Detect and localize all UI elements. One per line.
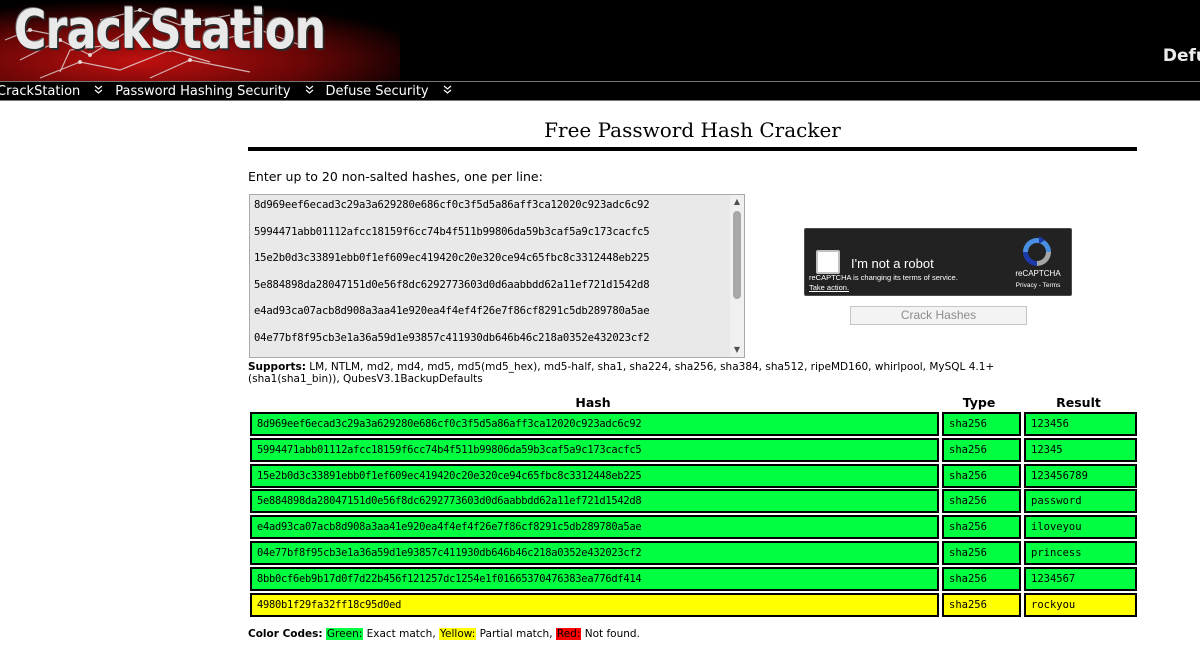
column-header-type: Type: [962, 395, 996, 410]
legend-green-swatch: Green:: [325, 628, 364, 640]
recaptcha-privacy-terms-links[interactable]: Privacy - Terms: [1005, 282, 1071, 289]
table-row: 15e2b0d3c33891ebb0f1ef609ec419420c20e320…: [248, 463, 1137, 490]
results-header-row: Hash Type Result: [248, 395, 1137, 412]
scrollbar-thumb[interactable]: [733, 211, 741, 299]
recaptcha-logo-icon: [1023, 236, 1051, 266]
legend-yellow-text: Partial match,: [479, 628, 553, 640]
color-codes-legend: Color Codes: Green: Exact match, Yellow:…: [248, 628, 640, 640]
result-cell: 12345: [1024, 437, 1137, 462]
supports-list: LM, NTLM, md2, md4, md5, md5(md5_hex), m…: [248, 361, 995, 385]
legend-yellow-swatch: Yellow:: [439, 628, 477, 640]
supports-label: Supports:: [248, 361, 306, 373]
result-cell: princess: [1024, 540, 1137, 565]
chevron-down-icon: [305, 85, 314, 97]
hash-input-line: 8d969eef6ecad3c29a3a629280e686cf0c3f5d5a…: [254, 199, 650, 211]
result-cell: rockyou: [1024, 592, 1137, 617]
hash-input-line: 5e884898da28047151d0e56f8dc6292773603d0d…: [254, 278, 650, 291]
hash-input-lines: 8d969eef6ecad3c29a3a629280e686cf0c3f5d5a…: [254, 199, 730, 357]
type-cell: sha256: [942, 463, 1021, 488]
nav-item-password-hashing-security[interactable]: Password Hashing Security: [115, 84, 325, 99]
recaptcha-checkbox[interactable]: [816, 250, 840, 274]
recaptcha-label: I'm not a robot: [851, 256, 934, 271]
nav-bar: CrackStation Password Hashing Security D…: [0, 81, 1200, 101]
crack-hashes-button[interactable]: Crack Hashes: [850, 306, 1027, 325]
legend-green-text: Exact match,: [366, 628, 436, 640]
legend-label: Color Codes:: [248, 628, 323, 640]
hash-cell: 15e2b0d3c33891ebb0f1ef609ec419420c20e320…: [250, 463, 939, 488]
supported-algorithms: Supports: LM, NTLM, md2, md4, md5, md5(m…: [248, 361, 1048, 385]
results-rows: 8d969eef6ecad3c29a3a629280e686cf0c3f5d5a…: [248, 412, 1137, 618]
legend-red-text: Not found.: [584, 628, 640, 640]
hash-input-line: e4ad93ca07acb8d908a3aa41e920ea4f4ef4f26e…: [254, 305, 650, 317]
page-title: Free Password Hash Cracker: [544, 118, 841, 142]
legend-red-swatch: Red:: [555, 628, 582, 640]
textarea-scrollbar[interactable]: ▲ ▼: [730, 195, 744, 357]
hash-cell: 04e77bf8f95cb3e1a36a59d1e93857c411930db6…: [250, 540, 939, 565]
table-row: 04e77bf8f95cb3e1a36a59d1e93857c411930db6…: [248, 540, 1137, 567]
hash-cell: e4ad93ca07acb8d908a3aa41e920ea4f4ef4f26e…: [250, 515, 939, 540]
column-header-hash: Hash: [575, 395, 611, 410]
type-cell: sha256: [942, 489, 1021, 514]
recaptcha-widget: I'm not a robot reCAPTCHA is changing it…: [804, 228, 1072, 296]
type-cell: sha256: [942, 540, 1021, 565]
nav-item-crackstation[interactable]: CrackStation: [0, 84, 115, 99]
result-cell: 123456789: [1024, 463, 1137, 488]
table-row: 8d969eef6ecad3c29a3a629280e686cf0c3f5d5a…: [248, 412, 1137, 438]
title-divider: [248, 147, 1137, 151]
nav-item-defuse-security[interactable]: Defuse Security: [326, 84, 464, 99]
type-cell: sha256: [942, 515, 1021, 540]
result-cell: 1234567: [1024, 566, 1137, 591]
chevron-down-icon: [443, 85, 452, 97]
result-cell: password: [1024, 489, 1137, 514]
chevron-down-icon: [94, 85, 103, 97]
nav-label: Password Hashing Security: [115, 83, 291, 99]
type-cell: sha256: [942, 592, 1021, 617]
site-header: CrackStation Defu: [0, 0, 1200, 81]
scroll-up-arrow-icon[interactable]: ▲: [730, 195, 744, 209]
hash-cell: 8bb0cf6eb9b17d0f7d22b456f121257dc1254e1f…: [250, 566, 939, 591]
hash-input-line: 5994471abb01112afcc18159f6cc74b4f511b998…: [254, 225, 650, 238]
hash-cell: 5994471abb01112afcc18159f6cc74b4f511b998…: [250, 437, 939, 462]
table-row: 5994471abb01112afcc18159f6cc74b4f511b998…: [248, 437, 1137, 464]
nav-label: Defuse Security: [325, 83, 429, 99]
recaptcha-notice-text: reCAPTCHA is changing its terms of servi…: [809, 273, 958, 282]
table-row: 4980b1f29fa32ff18c95d0ed sha256 rockyou: [248, 592, 1137, 619]
hash-input-line: 04e77bf8f95cb3e1a36a59d1e93857c411930db6…: [254, 331, 650, 344]
hash-cell: 5e884898da28047151d0e56f8dc6292773603d0d…: [250, 489, 939, 514]
column-header-result: Result: [1056, 395, 1101, 410]
results-table: Hash Type Result 8d969eef6ecad3c29a3a629…: [248, 395, 1137, 618]
header-right-text[interactable]: Defu: [1163, 46, 1200, 66]
hash-input-textarea[interactable]: 8d969eef6ecad3c29a3a629280e686cf0c3f5d5a…: [249, 194, 745, 358]
nav-label: CrackStation: [0, 83, 81, 99]
result-cell: iloveyou: [1024, 515, 1137, 540]
table-row: e4ad93ca07acb8d908a3aa41e920ea4f4ef4f26e…: [248, 515, 1137, 541]
type-cell: sha256: [942, 412, 1021, 436]
type-cell: sha256: [942, 566, 1021, 591]
main-content: Free Password Hash Cracker Enter up to 2…: [248, 101, 1137, 640]
site-logo[interactable]: CrackStation: [14, 1, 326, 59]
recaptcha-brand: reCAPTCHA: [1015, 269, 1061, 278]
result-cell: 123456: [1024, 412, 1137, 436]
scroll-down-arrow-icon[interactable]: ▼: [730, 343, 744, 357]
hash-cell: 4980b1f29fa32ff18c95d0ed: [250, 592, 939, 617]
type-cell: sha256: [942, 437, 1021, 462]
recaptcha-notice: reCAPTCHA is changing its terms of servi…: [809, 273, 958, 293]
instructions-text: Enter up to 20 non-salted hashes, one pe…: [248, 169, 543, 184]
table-row: 5e884898da28047151d0e56f8dc6292773603d0d…: [248, 489, 1137, 515]
recaptcha-take-action-link[interactable]: Take action.: [809, 283, 849, 292]
hash-input-line: 15e2b0d3c33891ebb0f1ef609ec419420c20e320…: [254, 252, 650, 264]
hash-cell: 8d969eef6ecad3c29a3a629280e686cf0c3f5d5a…: [250, 412, 939, 436]
table-row: 8bb0cf6eb9b17d0f7d22b456f121257dc1254e1f…: [248, 566, 1137, 593]
